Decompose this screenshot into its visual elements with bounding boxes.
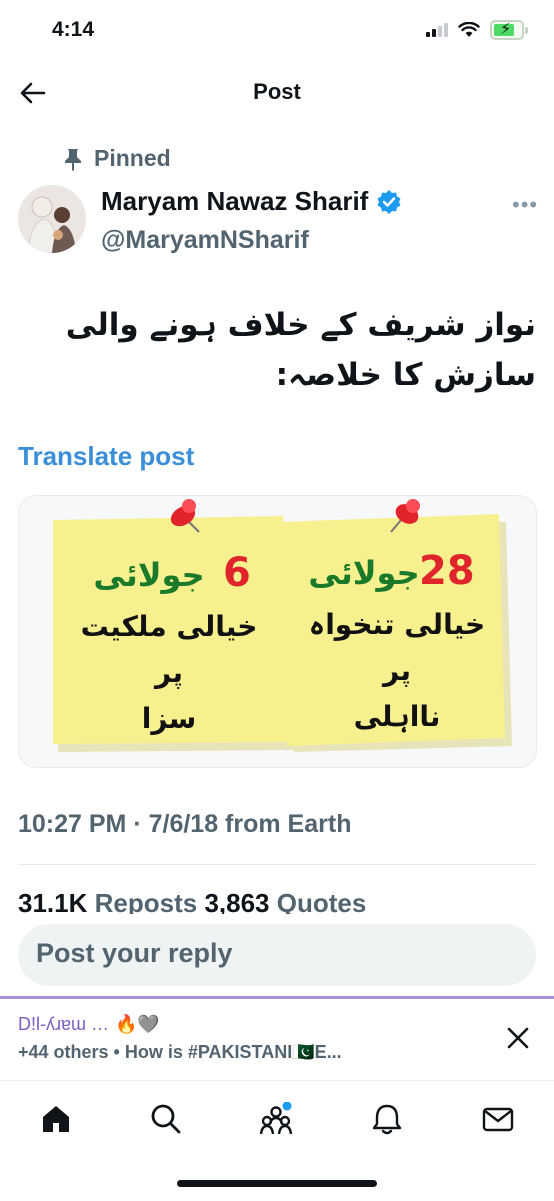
home-icon[interactable] bbox=[39, 1102, 73, 1136]
page-title: Post bbox=[253, 79, 301, 104]
right-note-line3: پر bbox=[381, 654, 411, 687]
notification-user[interactable]: D!l-ʎɹɐɯ … bbox=[18, 1014, 109, 1035]
right-note-line4: نااہلی bbox=[354, 700, 441, 733]
right-note-line2: خیالی تنخواہ bbox=[309, 608, 485, 641]
post-stats: 31.1K Reposts 3,863 Quotes bbox=[18, 888, 366, 914]
notification-text[interactable]: +44 others • How is #PAKISTANI🇵🇰E... bbox=[18, 1042, 342, 1063]
quotes-label[interactable]: Quotes bbox=[277, 888, 367, 914]
right-sticky-note: 28 جولائی خیالی تنخواہ پر نااہلی bbox=[279, 499, 512, 752]
pin-icon bbox=[65, 148, 81, 171]
left-note-line3: پر bbox=[153, 656, 183, 689]
avatar[interactable] bbox=[18, 185, 86, 253]
left-note-line2: خیالی ملکیت bbox=[81, 610, 258, 643]
author-name-row[interactable]: Maryam Nawaz Sharif bbox=[101, 186, 402, 217]
left-note-number: 6 bbox=[223, 550, 251, 596]
more-options-icon[interactable]: ••• bbox=[512, 192, 538, 218]
post-text: نواز شریف کے خلاف ہونے والی سازش کا خلاص… bbox=[65, 307, 536, 393]
notifications-icon[interactable] bbox=[370, 1102, 404, 1136]
quotes-count[interactable]: 3,863 bbox=[204, 888, 269, 914]
reposts-label[interactable]: Reposts bbox=[95, 888, 198, 914]
status-icons: ⚡ bbox=[426, 20, 528, 40]
left-note-month: جولائی bbox=[93, 556, 204, 594]
search-icon[interactable] bbox=[149, 1102, 183, 1136]
home-indicator bbox=[177, 1180, 377, 1187]
reposts-count[interactable]: 31.1K bbox=[18, 888, 87, 914]
pinned-indicator: Pinned bbox=[62, 145, 171, 172]
divider bbox=[18, 864, 536, 865]
verified-badge-icon bbox=[377, 189, 401, 214]
pinned-label: Pinned bbox=[94, 145, 171, 171]
left-sticky-note: 6 جولائی خیالی ملکیت پر سزا bbox=[53, 499, 294, 752]
battery-icon: ⚡ bbox=[490, 20, 524, 40]
right-note-month: جولائی bbox=[308, 554, 419, 592]
author-handle[interactable]: @MaryamNSharif bbox=[101, 226, 309, 255]
author-name[interactable]: Maryam Nawaz Sharif bbox=[101, 186, 368, 217]
communities-icon[interactable] bbox=[259, 1102, 293, 1136]
translate-post-link[interactable]: Translate post bbox=[18, 441, 194, 472]
messages-icon[interactable] bbox=[481, 1102, 515, 1136]
post-timestamp: 10:27 PM · 7/6/18 from Earth bbox=[18, 810, 352, 838]
status-time: 4:14 bbox=[52, 18, 95, 41]
left-note-line4: سزا bbox=[142, 702, 197, 735]
right-note-number: 28 bbox=[419, 548, 475, 594]
wifi-icon bbox=[458, 22, 480, 37]
divider bbox=[0, 996, 554, 999]
close-icon[interactable] bbox=[504, 1024, 532, 1052]
notification-emoji: 🔥🩶 bbox=[115, 1014, 160, 1034]
notification-line1[interactable]: D!l-ʎɹɐɯ … 🔥🩶 bbox=[18, 1014, 160, 1035]
reply-placeholder[interactable]: Post your reply bbox=[36, 938, 233, 969]
cellular-signal-icon bbox=[426, 23, 448, 37]
post-image[interactable]: 6 جولائی خیالی ملکیت پر سزا 28 جولائی خی… bbox=[18, 495, 537, 768]
